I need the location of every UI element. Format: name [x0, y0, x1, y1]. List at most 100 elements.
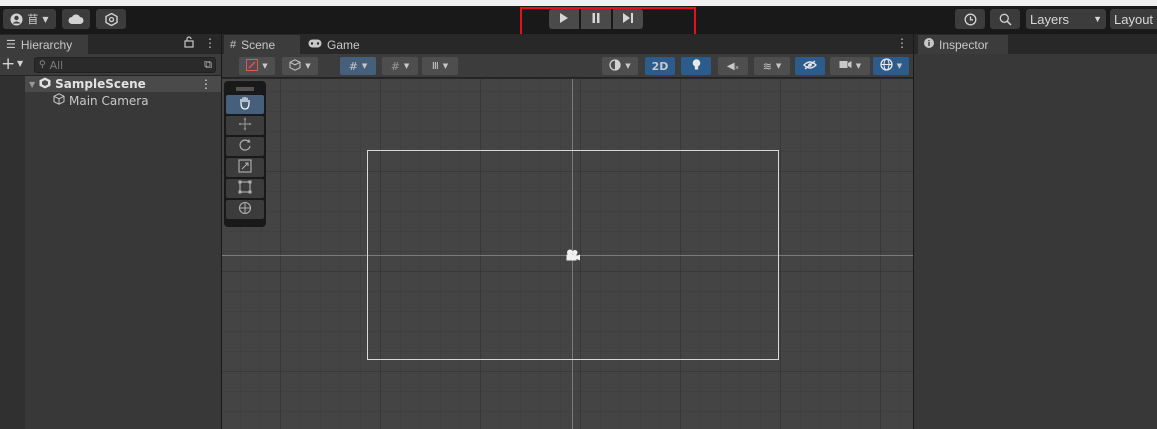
tab-inspector[interactable]: Inspector: [918, 35, 1008, 54]
list-item-label: Main Camera: [69, 93, 149, 108]
hierarchy-search-input[interactable]: ⚲ All ⧉: [34, 57, 216, 73]
language-icon: 苜: [27, 13, 39, 26]
scene-tabbar: # Scene Game ⋮: [222, 34, 913, 54]
chevron-down-icon: ▼: [896, 62, 903, 70]
chevron-down-icon: ▼: [855, 62, 862, 70]
chevron-down-icon[interactable]: ▼: [29, 80, 35, 89]
collab-button[interactable]: [96, 9, 126, 29]
layers-label: Layers: [1030, 11, 1070, 27]
list-item-samplescene[interactable]: ▼ SampleScene ⋮: [25, 76, 221, 92]
chevron-down-icon: ▼: [361, 62, 368, 70]
cloud-button[interactable]: [62, 9, 90, 29]
kebab-menu-icon[interactable]: ⋮: [200, 77, 212, 91]
account-icon: [10, 13, 23, 26]
hierarchy-list: ▼ SampleScene ⋮ Main Camera: [0, 76, 221, 429]
ruler-icon: Ⅲ: [431, 60, 439, 72]
hierarchy-panel: ☰ Hierarchy ⋮ + ▼ ⚲ All ⧉ ▼ SampleScene …: [0, 34, 221, 429]
tab-label: Game: [327, 37, 360, 52]
chevron-down-icon: ▼: [775, 62, 782, 70]
gizmos-dropdown[interactable]: ▼: [873, 57, 909, 75]
kebab-menu-icon[interactable]: ⋮: [204, 36, 216, 50]
grid-icon: #: [230, 38, 237, 51]
list-item-label: SampleScene: [55, 77, 146, 91]
rect-transform-icon: [238, 180, 252, 197]
scene-panel: # Scene Game ⋮ ▼ ▼ # ▼ # ▼ Ⅲ ▼ ▼ 2D ◀ₓ ≋…: [222, 34, 913, 429]
pause-button[interactable]: [581, 9, 611, 29]
tab-label: Hierarchy: [20, 37, 73, 52]
snap-icon: #: [390, 59, 400, 73]
ruler-snap-toggle[interactable]: Ⅲ ▼: [422, 57, 458, 75]
inspector-panel: Inspector: [914, 34, 1157, 429]
search-placeholder: All: [49, 58, 64, 72]
chevron-down-icon: ▼: [305, 62, 311, 70]
search-button[interactable]: [990, 9, 1020, 29]
tool-handle-position-dropdown[interactable]: ▼: [239, 57, 275, 75]
cube-icon: [289, 58, 301, 74]
transform-tool-button[interactable]: [226, 200, 264, 219]
play-controls: [549, 9, 643, 29]
chevron-down-icon: ▼: [1093, 14, 1102, 24]
play-button[interactable]: [549, 9, 579, 29]
camera-gizmo-icon[interactable]: [565, 249, 581, 265]
list-item-main-camera[interactable]: Main Camera: [25, 92, 221, 109]
play-icon: [559, 12, 569, 26]
layers-icon: ≋: [762, 59, 772, 73]
2d-toggle[interactable]: 2D: [645, 57, 675, 75]
audio-toggle[interactable]: ◀ₓ: [718, 57, 748, 75]
tool-palette: [224, 81, 266, 227]
collab-icon: [104, 12, 118, 26]
layout-dropdown[interactable]: Layout: [1110, 9, 1157, 29]
history-button[interactable]: [955, 9, 985, 29]
account-dropdown[interactable]: 苜 ▼: [3, 9, 56, 29]
hand-icon: [238, 96, 252, 113]
main-toolbar: 苜 ▼ Layers ▼ Layout: [0, 6, 1157, 33]
transform-icon: [238, 201, 252, 218]
palette-drag-handle[interactable]: [226, 83, 264, 95]
lighting-toggle[interactable]: [681, 57, 711, 75]
grid-snapping-toggle[interactable]: # ▼: [340, 57, 376, 75]
tab-game[interactable]: Game: [302, 35, 366, 54]
draw-mode-dropdown[interactable]: ▼: [602, 57, 638, 75]
rotate-tool-button[interactable]: [226, 137, 264, 156]
gizmo-globe-icon: [880, 58, 893, 74]
rect-tool-button[interactable]: [226, 179, 264, 198]
camera-icon: [839, 60, 852, 72]
chevron-down-icon: ▼: [42, 14, 49, 24]
layers-dropdown[interactable]: Layers ▼: [1026, 9, 1106, 29]
chevron-down-icon[interactable]: ▼: [17, 59, 23, 68]
chevron-down-icon: ▼: [403, 62, 410, 70]
tab-label: Inspector: [939, 37, 989, 52]
hierarchy-tabbar: ☰ Hierarchy ⋮: [0, 34, 221, 54]
search-by-type-icon[interactable]: ⧉: [204, 58, 212, 72]
scale-icon: [238, 159, 252, 176]
chevron-down-icon: ▼: [262, 62, 268, 70]
tab-scene[interactable]: # Scene: [224, 35, 300, 54]
2d-label: 2D: [651, 59, 669, 73]
incremental-snap-toggle[interactable]: # ▼: [382, 57, 418, 75]
scene-viewport[interactable]: [222, 79, 913, 429]
step-button[interactable]: [613, 9, 643, 29]
unity-scene-icon: [39, 77, 51, 92]
tab-hierarchy[interactable]: ☰ Hierarchy: [0, 35, 88, 54]
history-icon: [964, 13, 977, 26]
pause-icon: [591, 12, 601, 26]
add-icon[interactable]: +: [1, 54, 15, 74]
scale-tool-button[interactable]: [226, 158, 264, 177]
move-tool-button[interactable]: [226, 116, 264, 135]
effects-dropdown[interactable]: ≋ ▼: [754, 57, 790, 75]
scene-visibility-toggle[interactable]: [795, 57, 825, 75]
grid-snap-icon: #: [348, 59, 358, 73]
hand-tool-button[interactable]: [226, 95, 264, 114]
hierarchy-toolbar: + ▼ ⚲ All ⧉: [0, 54, 221, 76]
search-icon: [999, 13, 1012, 26]
cloud-icon: [68, 14, 84, 24]
search-icon: ⚲: [39, 60, 46, 70]
camera-settings-dropdown[interactable]: ▼: [830, 57, 870, 75]
cube-icon: [53, 93, 65, 108]
kebab-menu-icon[interactable]: ⋮: [896, 36, 908, 50]
tool-handle-rotation-dropdown[interactable]: ▼: [282, 57, 318, 75]
hierarchy-gutter: [0, 76, 25, 429]
layout-label: Layout: [1114, 11, 1154, 27]
lock-icon[interactable]: [184, 36, 194, 51]
lightbulb-icon: [692, 58, 701, 74]
